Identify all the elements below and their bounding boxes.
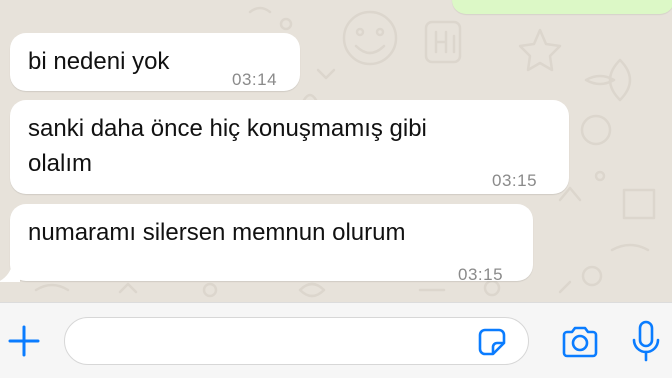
message-input-bar	[0, 302, 672, 378]
message-timestamp: 03:15	[492, 171, 538, 190]
message-timestamp: 03:15	[458, 265, 504, 284]
voice-message-button[interactable]	[626, 317, 666, 367]
message-bubble[interactable]: numaramı silersen memnun olurum 03:15	[10, 204, 533, 284]
message-text-line: olalım	[28, 150, 93, 177]
message-bubble[interactable]: sanki daha önce hiç konuşmamış gibi olal…	[10, 100, 569, 194]
chat-area: bi nedeni yok 03:14 sanki daha önce hiç …	[0, 0, 672, 302]
microphone-icon	[632, 320, 660, 362]
message-bubble[interactable]: bi nedeni yok 03:14	[10, 33, 300, 91]
sticker-button[interactable]	[472, 323, 512, 361]
sticker-icon	[478, 328, 506, 356]
message-input[interactable]	[64, 317, 529, 365]
message-text: bi nedeni yok	[28, 48, 170, 75]
message-text: numaramı silersen memnun olurum	[28, 219, 406, 246]
outgoing-message-bubble[interactable]	[452, 0, 672, 14]
attach-button[interactable]	[4, 321, 44, 361]
camera-icon	[562, 326, 598, 358]
plus-icon	[8, 325, 40, 357]
bubble-tail	[0, 264, 20, 282]
message-text-line: sanki daha önce hiç konuşmamış gibi	[28, 115, 427, 142]
message-timestamp: 03:14	[232, 70, 278, 89]
camera-button[interactable]	[558, 321, 602, 363]
